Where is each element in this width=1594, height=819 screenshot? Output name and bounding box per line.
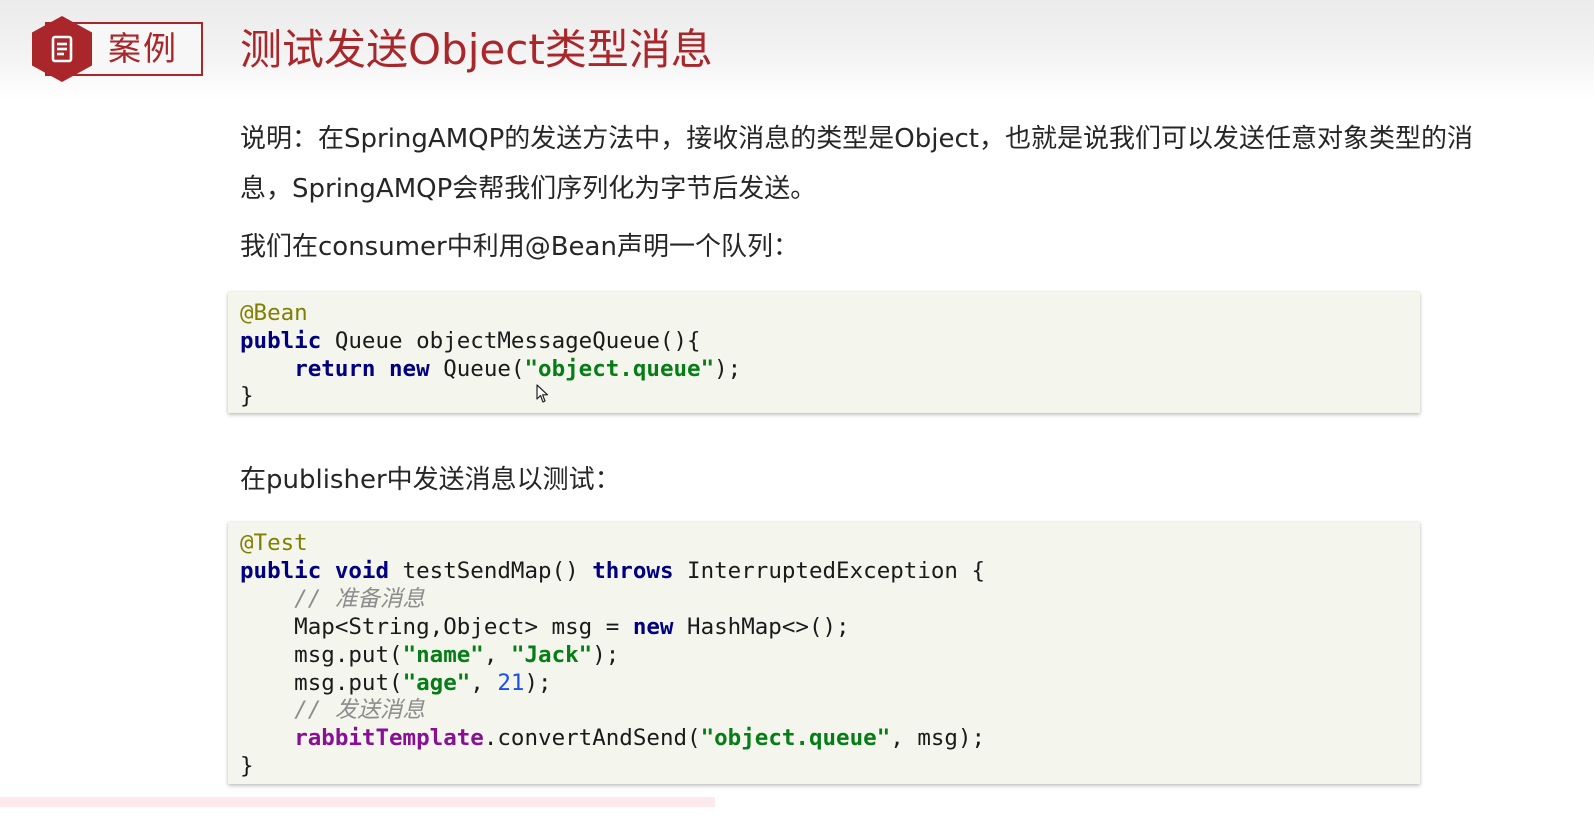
consumer-intro: 我们在consumer中利用@Bean声明一个队列： (240, 232, 799, 262)
code-text: ); (524, 669, 552, 696)
code-text: Map<String,Object> msg = (240, 613, 633, 640)
code-line: public void testSendMap() throws Interru… (240, 558, 1420, 586)
string-literal: "object.queue" (700, 725, 891, 752)
string-literal: "age" (402, 669, 471, 696)
comment: // 发送消息 (294, 697, 425, 724)
publisher-intro: 在publisher中发送消息以测试： (240, 465, 621, 495)
code-line: Map<String,Object> msg = new HashMap<>()… (240, 614, 1420, 642)
code-line: } (240, 383, 1420, 411)
keyword: public (240, 557, 322, 584)
comment: // 准备消息 (294, 585, 425, 612)
document-icon (51, 35, 73, 63)
code-line: } (240, 753, 1420, 781)
code-line: @Bean (240, 300, 1420, 328)
code-text: msg.put( (240, 669, 403, 696)
code-text: Queue objectMessageQueue(){ (321, 327, 701, 354)
code-line: // 发送消息 (240, 697, 1420, 725)
code-line: return new Queue("object.queue"); (240, 356, 1420, 384)
keyword: public (240, 327, 322, 354)
code-text: Queue( (429, 355, 525, 382)
code-text: , (470, 669, 498, 696)
field-reference: rabbitTemplate (294, 725, 484, 752)
code-line: rabbitTemplate.convertAndSend("object.qu… (240, 725, 1420, 753)
case-badge-label: 案例 (108, 29, 178, 68)
code-line: msg.put("name", "Jack"); (240, 642, 1420, 670)
description-paragraph: 说明：在SpringAMQP的发送方法中，接收消息的类型是Object，也就是说… (240, 124, 1473, 204)
code-text: , (483, 641, 511, 668)
annotation: @Test (240, 530, 308, 556)
code-block-send-test: @Test public void testSendMap() throws In… (228, 522, 1420, 784)
code-text: } (240, 383, 254, 410)
code-block-queue-bean: @Bean public Queue objectMessageQueue(){ … (228, 292, 1420, 413)
code-text: ); (714, 355, 742, 382)
keyword: new (389, 355, 430, 382)
keyword: void (334, 557, 390, 584)
mouse-pointer-icon (536, 384, 549, 403)
annotation: @Bean (240, 300, 308, 326)
code-text: ); (592, 641, 620, 668)
code-text: InterruptedException { (673, 557, 986, 584)
code-line: msg.put("age", 21); (240, 670, 1420, 698)
number-literal: 21 (497, 669, 525, 696)
code-text: msg.put( (240, 641, 403, 668)
code-text: testSendMap() (389, 557, 593, 584)
string-literal: "Jack" (510, 641, 593, 668)
code-text: , msg); (890, 725, 986, 752)
code-text: HashMap<>(); (673, 613, 850, 640)
string-literal: "name" (402, 641, 484, 668)
code-line: @Test (240, 530, 1420, 558)
bottom-highlight-strip (0, 797, 715, 807)
code-text: .convertAndSend( (483, 725, 701, 752)
code-text: } (240, 753, 254, 780)
string-literal: "object.queue" (524, 355, 715, 382)
code-line: public Queue objectMessageQueue(){ (240, 328, 1420, 356)
page-title: 测试发送Object类型消息 (240, 25, 713, 74)
code-line: // 准备消息 (240, 586, 1420, 614)
keyword: return (294, 355, 376, 382)
keyword: throws (592, 557, 674, 584)
keyword: new (632, 613, 674, 640)
